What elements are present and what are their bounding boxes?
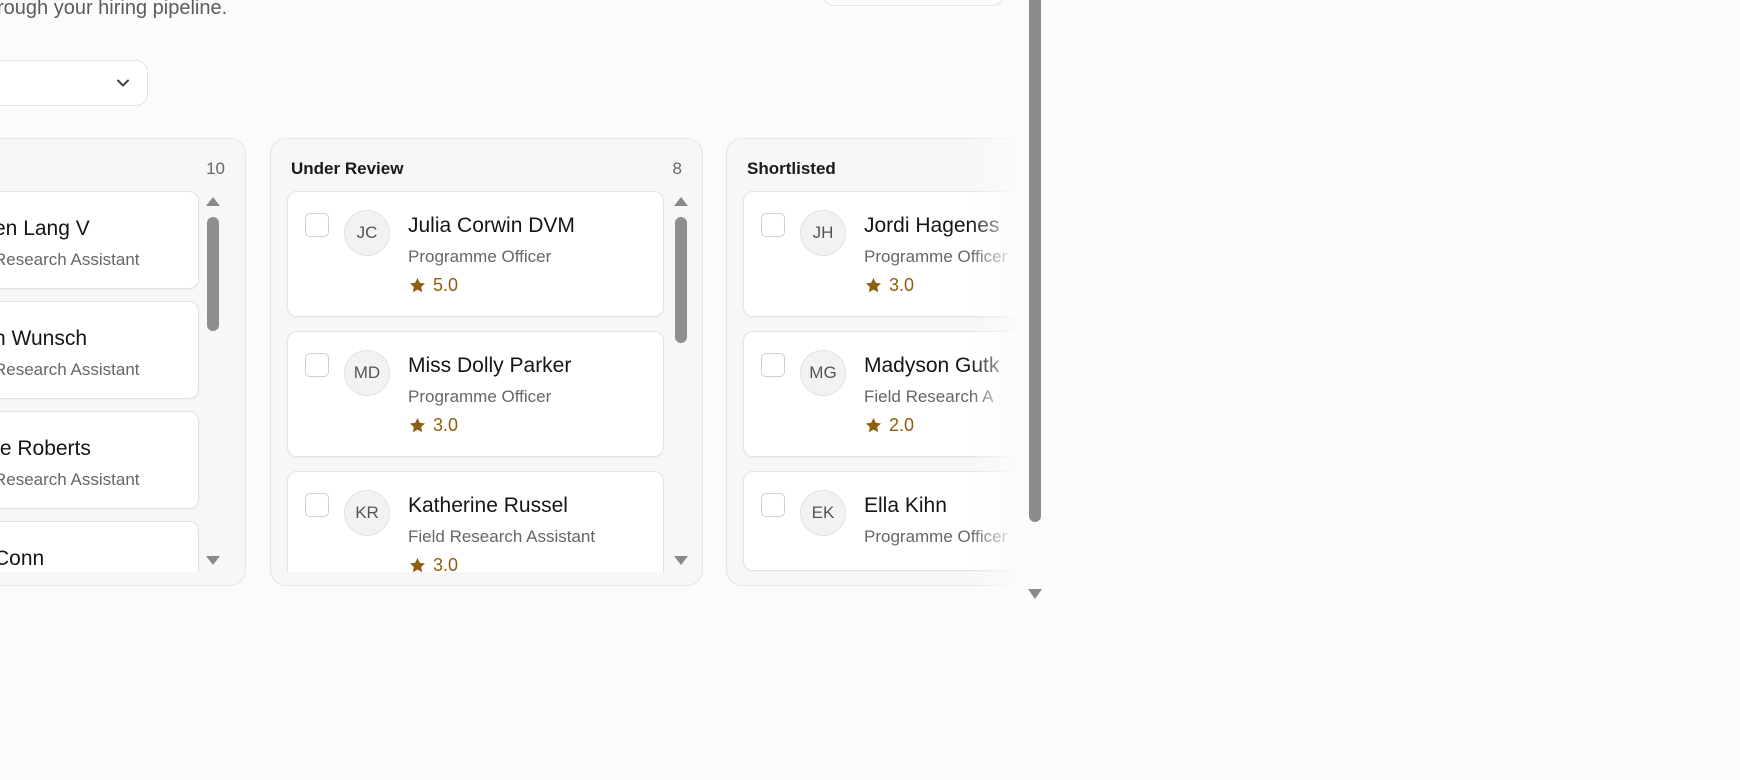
page-scrollbar-thumb[interactable] [1029, 0, 1041, 522]
avatar: EK [800, 490, 846, 536]
candidate-card[interactable]: Conn [0, 521, 199, 572]
scroll-down-arrow[interactable] [674, 556, 688, 565]
avatar: MD [344, 350, 390, 396]
candidate-select-checkbox[interactable] [761, 353, 785, 377]
candidate-name: Julia Corwin DVM [408, 214, 575, 237]
candidate-name: Ella Kihn [864, 494, 947, 517]
column-count: 10 [206, 159, 225, 178]
horizontal-overflow-fade [970, 138, 1028, 586]
chevron-down-icon [117, 79, 129, 87]
candidate-role: Research Assistant [0, 470, 140, 489]
column-header: Under Review 8 [291, 157, 682, 181]
pipeline-column-under-review: Under Review 8 JC Julia Corwin DVM Progr… [270, 138, 703, 586]
column-title: Shortlisted [747, 159, 836, 178]
candidate-role: Programme Officer [408, 387, 552, 406]
candidate-select-checkbox[interactable] [305, 353, 329, 377]
candidate-name: Katherine Russel [408, 494, 568, 517]
pipeline-column-applied: 10 en Lang V Research Assistant n Wunsch… [0, 138, 246, 586]
column-count: 8 [672, 159, 682, 178]
rating-value: 3.0 [889, 275, 915, 295]
star-icon [409, 557, 426, 572]
candidate-role: Field Research Assistant [408, 527, 596, 546]
avatar: JC [344, 210, 390, 256]
candidate-card[interactable]: KR Katherine Russel Field Research Assis… [287, 471, 664, 572]
column-header: 10 [0, 157, 225, 181]
candidate-select-checkbox[interactable] [305, 213, 329, 237]
candidate-name: Conn [0, 547, 45, 570]
scroll-up-arrow[interactable] [674, 197, 688, 206]
candidate-select-checkbox[interactable] [761, 493, 785, 517]
candidate-name: Miss Dolly Parker [408, 354, 572, 377]
star-icon [409, 417, 426, 433]
candidate-rating: 5.0 [408, 275, 458, 296]
header-action-button[interactable] [822, 0, 1004, 6]
avatar: MG [800, 350, 846, 396]
candidate-rating: 3.0 [864, 275, 914, 296]
candidate-card[interactable]: JC Julia Corwin DVM Programme Officer 5.… [287, 191, 664, 317]
candidate-name: en Lang V [0, 217, 90, 240]
column-card-list[interactable]: JC Julia Corwin DVM Programme Officer 5.… [271, 191, 702, 572]
candidate-name: te Roberts [0, 437, 91, 460]
rating-value: 5.0 [433, 275, 459, 295]
candidate-rating: 3.0 [408, 415, 458, 436]
rating-value: 2.0 [889, 415, 915, 435]
candidate-card[interactable]: te Roberts Research Assistant [0, 411, 199, 509]
star-icon [865, 277, 882, 293]
avatar: JH [800, 210, 846, 256]
rating-value: 3.0 [433, 555, 459, 572]
column-scrollbar-thumb[interactable] [675, 217, 687, 343]
column-title: Under Review [291, 159, 404, 178]
candidate-card[interactable]: n Wunsch Research Assistant [0, 301, 199, 399]
candidate-role: Programme Officer [408, 247, 552, 266]
candidate-card[interactable]: en Lang V Research Assistant [0, 191, 199, 289]
candidate-select-checkbox[interactable] [761, 213, 785, 237]
candidate-rating: 3.0 [408, 555, 458, 572]
filter-select[interactable] [0, 60, 148, 106]
rating-value: 3.0 [433, 415, 459, 435]
candidate-rating: 2.0 [864, 415, 914, 436]
pipeline-viewport: rough your hiring pipeline. 10 en Lang V… [0, 0, 1028, 780]
star-icon [865, 417, 882, 433]
scroll-up-arrow[interactable] [206, 197, 220, 206]
page-scroll-down-arrow[interactable] [1028, 589, 1042, 599]
column-scrollbar-thumb[interactable] [207, 217, 219, 331]
page-subtitle: rough your hiring pipeline. [0, 0, 228, 19]
star-icon [409, 277, 426, 293]
candidate-role: Research Assistant [0, 360, 140, 379]
candidate-select-checkbox[interactable] [305, 493, 329, 517]
scroll-down-arrow[interactable] [206, 556, 220, 565]
candidate-name: n Wunsch [0, 327, 87, 350]
avatar: KR [344, 490, 390, 536]
candidate-role: Research Assistant [0, 250, 140, 269]
candidate-card[interactable]: MD Miss Dolly Parker Programme Officer 3… [287, 331, 664, 457]
